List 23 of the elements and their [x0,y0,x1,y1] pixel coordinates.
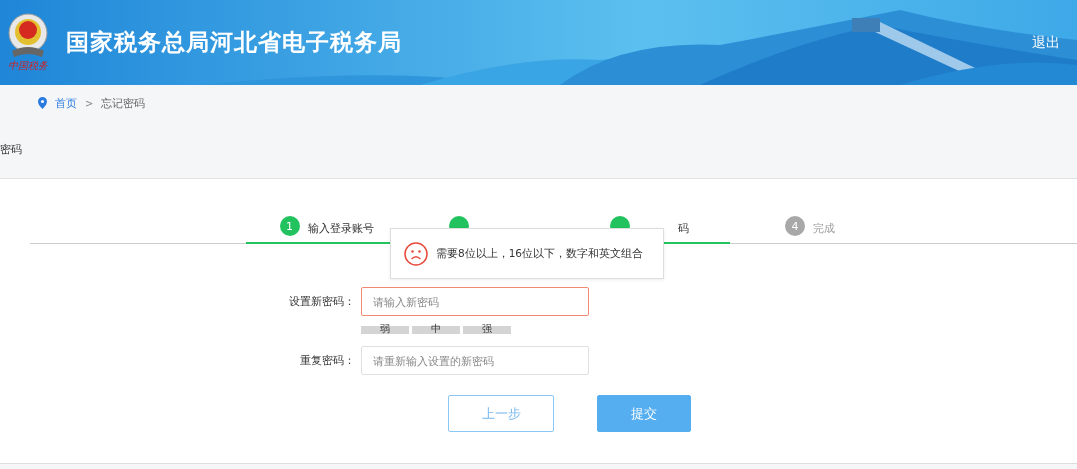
sad-face-icon [404,241,428,266]
submit-button[interactable]: 提交 [597,395,691,432]
step-label: 输入登录账号 [307,221,374,236]
site-title: 国家税务总局河北省电子税务局 [66,28,402,57]
page-title: 密码 [0,142,22,157]
logo-caption: 中国税务 [8,58,48,73]
field-label: 设置新密码： [288,294,355,309]
field-label: 重复密码： [299,353,355,368]
step-label: 完成 [813,221,835,236]
step-circle: 1 [279,216,300,236]
password-field[interactable]: 请输入新密码 [361,287,589,316]
breadcrumb-current: 忘记密码 [101,95,146,111]
breadcrumb-link[interactable]: 首页 [55,95,77,111]
strength-bar: 强 [463,326,511,334]
emblem-icon [6,12,50,59]
previous-button[interactable]: 上一步 [448,395,554,432]
location-pin-icon [38,97,47,109]
step-label: 码 [678,221,689,236]
tooltip-text: 需要8位以上，16位以下，数字和英文组合 [436,246,644,261]
logout-link[interactable]: 退出 [1032,33,1060,52]
strength-bar: 弱 [361,326,409,334]
breadcrumb-separator: > [85,97,94,109]
step-circle: 4 [785,216,805,236]
